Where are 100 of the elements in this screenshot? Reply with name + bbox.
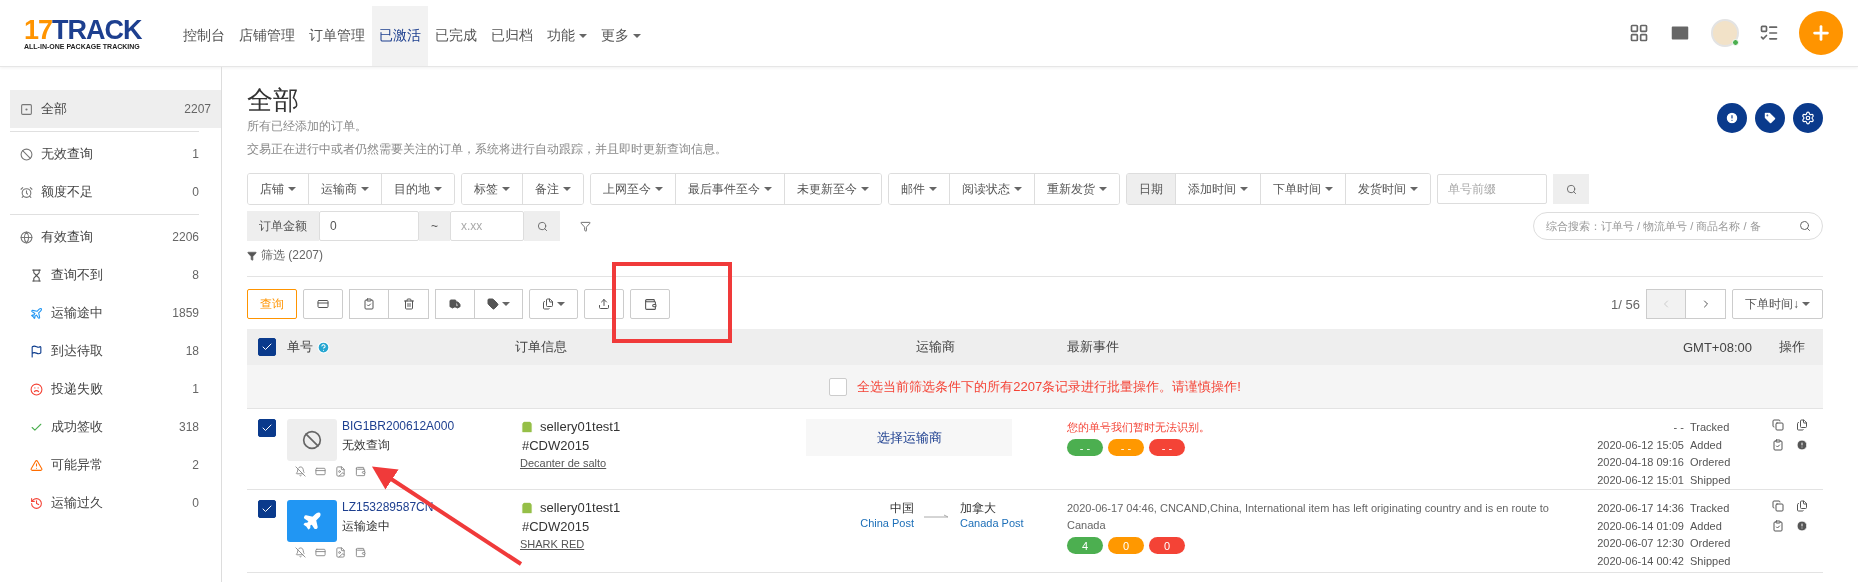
select-all-checkbox[interactable] [258,338,276,356]
sidebar-item[interactable]: 无效查询 1 [10,135,199,173]
filter-dropdown[interactable]: 备注 [522,174,583,204]
files-icon[interactable] [1796,500,1808,512]
help-icon[interactable] [317,340,330,354]
carrier-link[interactable]: China Post [860,517,914,529]
document-icon[interactable] [335,466,346,477]
bell-off-icon[interactable] [295,466,306,477]
copy-icon[interactable] [1772,500,1784,512]
card-icon[interactable] [315,466,326,477]
sidebar-item[interactable]: 全部 2207 [10,90,221,128]
sidebar-count: 0 [192,185,199,199]
alert-button[interactable] [1717,103,1747,133]
nav-tab[interactable]: 功能 [540,6,594,66]
clipboard-button[interactable] [349,289,389,319]
search-field[interactable]: 综合搜索：订单号 / 物流单号 / 商品名称 / 备 [1533,212,1823,240]
destination-country: 加拿大 [960,500,996,517]
page-subtitle: 所有已经添加的订单。 [247,118,368,135]
sidebar-item[interactable]: 成功签收 318 [10,408,199,446]
copy-dropdown[interactable] [529,289,578,319]
sidebar-item[interactable]: 运输途中 1859 [10,294,199,332]
nav-tab[interactable]: 订单管理 [302,6,372,66]
page-description: 交易正在进行中或者仍然需要关注的订单，系统将进行自动跟踪，并且即时更新查询信息。 [247,141,727,158]
page-title: 全部 [247,85,300,115]
search-icon[interactable] [1799,220,1811,232]
sidebar-item[interactable]: 可能异常 2 [10,446,199,484]
document-icon[interactable] [335,547,346,558]
nav-tab[interactable]: 已完成 [428,6,484,66]
bell-off-icon[interactable] [295,547,306,558]
status-text: 无效查询 [342,437,391,454]
filter-dropdown[interactable]: 未更新至今 [784,174,881,204]
column-header: 最新事件 [1066,338,1120,356]
nav-tab[interactable]: 更多 [594,6,648,66]
alert-icon [1725,111,1739,125]
tag-button[interactable] [1755,103,1785,133]
wallet-button[interactable] [630,289,670,319]
product-link[interactable]: Decanter de salto [515,457,810,469]
nav-tab[interactable]: 控制台 [176,6,232,66]
column-header: GMT+08:00 [1682,339,1753,355]
tag-icon [487,298,499,310]
carrier-link[interactable]: Canada Post [960,517,1024,529]
timestamp: 2020-04-18 09:16 [1596,455,1685,470]
info-icon[interactable] [1796,520,1808,532]
truck-button[interactable] [435,289,475,319]
export-button[interactable] [584,289,624,319]
checkbox[interactable] [829,377,848,396]
min-amount-field[interactable]: 0 [319,211,419,241]
tag-dropdown[interactable] [475,289,523,319]
sidebar-item[interactable]: 查询不到 8 [10,256,199,294]
sort-dropdown[interactable]: 下单时间↓ [1732,289,1823,319]
sidebar-count: 8 [192,268,199,282]
sidebar-item[interactable]: 额度不足 0 [10,173,199,211]
time-label: Tracked [1690,420,1731,435]
filter-dropdown[interactable]: 目的地 [381,174,454,204]
nav-tab[interactable]: 已归档 [484,6,540,66]
apps-grid-icon[interactable] [1629,23,1649,43]
prefix-field[interactable]: 单号前缀 [1437,174,1547,204]
column-header: 订单信息 [515,338,568,356]
add-button[interactable] [1799,11,1843,55]
count-badge: 0 [1108,537,1144,554]
status-text: 运输途中 [342,518,391,535]
files-icon[interactable] [1796,419,1808,431]
info-icon[interactable] [1796,439,1808,451]
sidebar-count: 1 [192,382,199,396]
flag-icon [30,344,43,358]
sidebar-item[interactable]: 有效查询 2206 [10,218,199,256]
product-link[interactable]: SHARK RED [515,538,810,550]
timestamp: - - [1672,420,1685,435]
sidebar-item[interactable]: 运输过久 0 [10,484,199,522]
sidebar-label: 到达待取 [51,342,103,360]
copy-icon[interactable] [1772,419,1784,431]
settings-button[interactable] [1793,103,1823,133]
tracking-number[interactable]: LZ153289587CN [342,500,434,514]
max-amount-field[interactable]: x.xx [450,211,524,241]
nav-tab[interactable]: 店铺管理 [232,6,302,66]
order-number: #CDW2015 [521,519,591,534]
row-checkbox[interactable] [258,419,276,437]
clipboard-icon[interactable] [1772,520,1784,532]
tracking-number[interactable]: BIG1BR200612A000 [342,419,455,433]
card-button[interactable] [303,289,343,319]
check-icon [261,422,273,434]
row-checkbox[interactable] [258,500,276,518]
card-icon[interactable] [315,547,326,558]
date-dropdown[interactable]: 发货时间 [1345,174,1430,204]
column-header: 单号 [287,338,313,356]
clear-filter-icon[interactable] [580,220,591,232]
sidebar-item[interactable]: 投递失败 1 [10,370,199,408]
route-arrow-icon [924,514,950,520]
files-icon [542,298,554,310]
select-carrier-button[interactable]: 选择运输商 [806,419,1012,456]
sidebar-item[interactable]: 到达待取 18 [10,332,199,370]
count-badge: 4 [1067,537,1103,554]
clipboard-icon[interactable] [1772,439,1784,451]
wallet-icon[interactable] [355,547,366,558]
delete-button[interactable] [389,289,429,319]
plane-icon [30,306,43,320]
filter-summary[interactable]: 筛选 (2207) [247,247,324,264]
nav-tab[interactable]: 已激活 [372,6,428,66]
wallet-icon[interactable] [355,466,366,477]
filter-dropdown[interactable]: 重新发货 [1034,174,1119,204]
